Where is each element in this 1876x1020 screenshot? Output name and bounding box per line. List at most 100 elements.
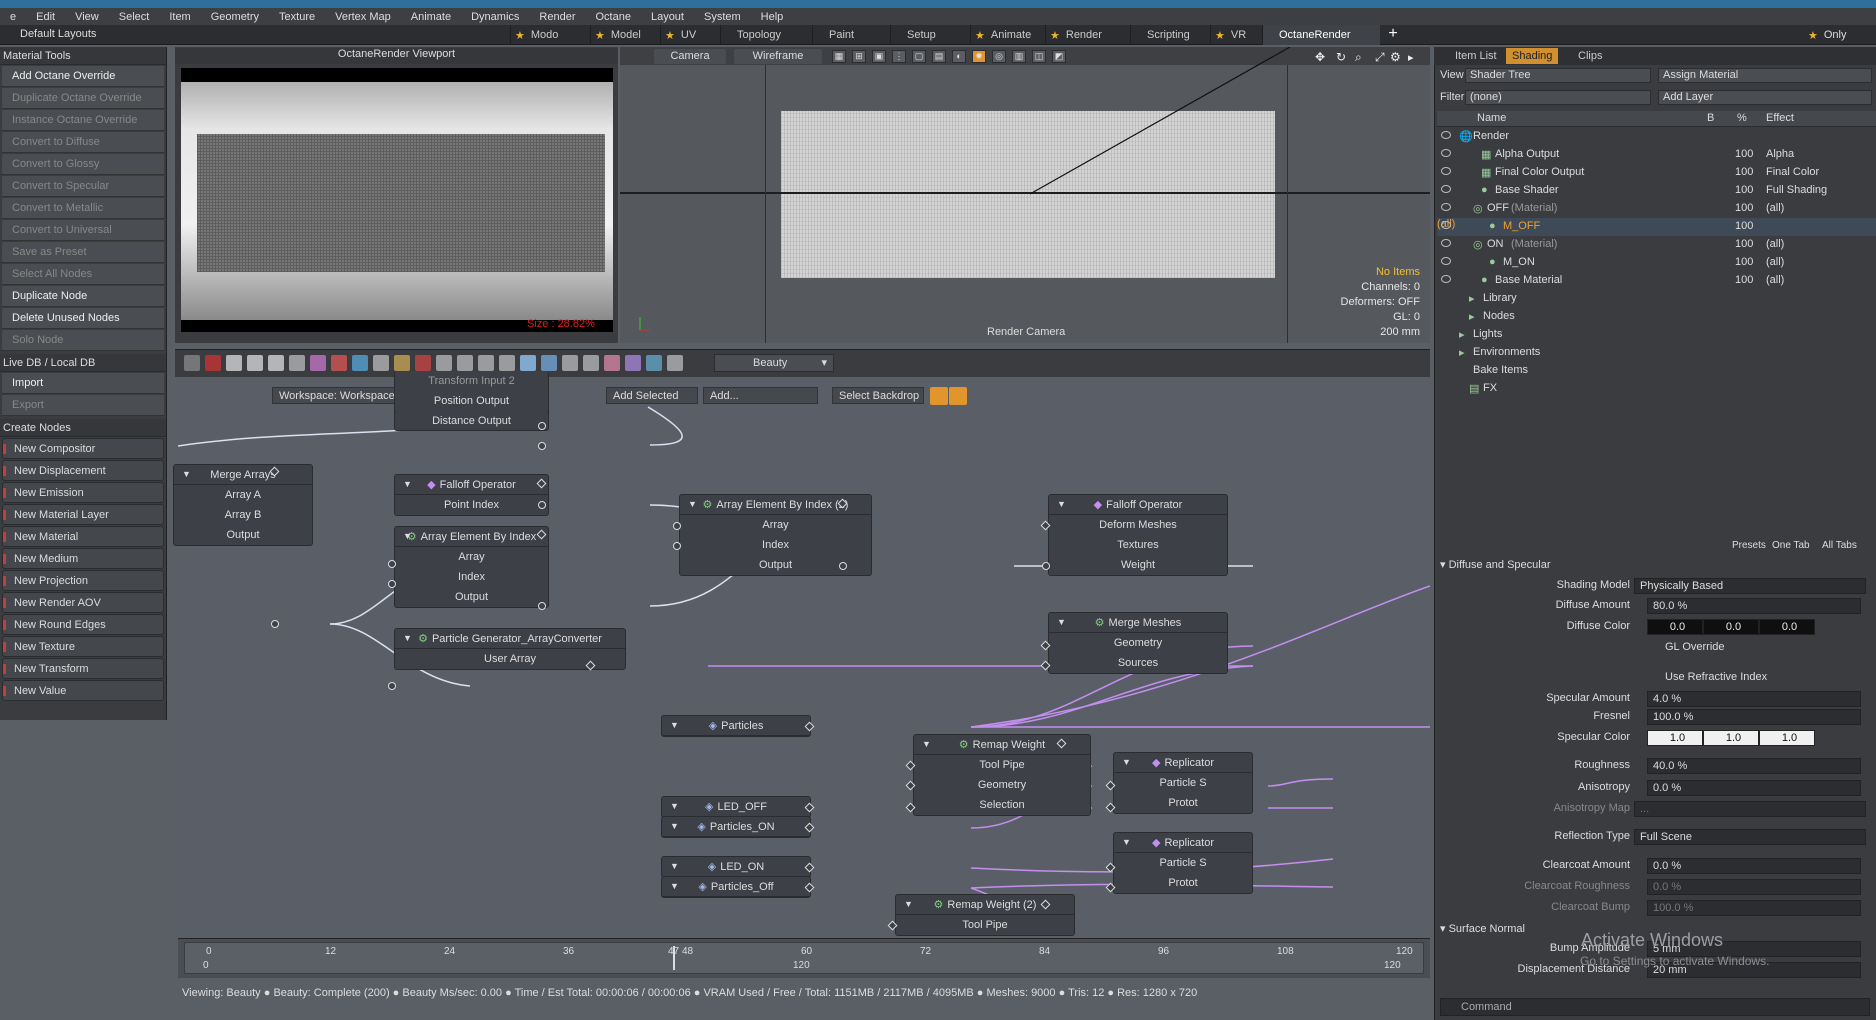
node-port-row[interactable]: Weight <box>1049 555 1227 575</box>
menu-item-6[interactable]: Texture <box>269 11 325 23</box>
specular-amount-field[interactable]: 4.0 % <box>1647 691 1861 707</box>
shading-model-field[interactable]: Physically Based <box>1634 578 1866 594</box>
tool-convert-to-specular[interactable]: Convert to Specular <box>2 176 164 197</box>
menu-item-13[interactable]: System <box>694 11 751 23</box>
tab-animate[interactable]: ★ Animate <box>970 25 1040 45</box>
use-refractive-toggle[interactable]: Use Refractive Index <box>1665 671 1767 683</box>
reflection-type-field[interactable]: Full Scene <box>1634 829 1866 845</box>
data-port[interactable] <box>538 442 546 450</box>
presets-button[interactable]: Presets <box>1732 540 1766 551</box>
tab-model[interactable]: ★ Model <box>590 25 656 45</box>
assign-material-button[interactable]: Assign Material <box>1658 68 1872 83</box>
shader-tree-row[interactable]: ▦ Alpha Output 100 Alpha <box>1437 146 1876 164</box>
node-port-row[interactable]: Index <box>395 567 548 587</box>
node-port-row[interactable]: Geometry <box>914 775 1090 795</box>
tool-delete-unused-nodes[interactable]: Delete Unused Nodes <box>2 308 164 329</box>
shader-tree-row[interactable]: ▸ Nodes <box>1437 308 1876 326</box>
command-input[interactable]: Command <box>1440 998 1870 1016</box>
tab-scripting[interactable]: Scripting <box>1130 25 1206 45</box>
particles-on-node[interactable]: ▼ ◈ Particles_ON <box>661 816 811 838</box>
menu-item-14[interactable]: Help <box>751 11 794 23</box>
node-tool-icon-17[interactable] <box>541 355 557 371</box>
node-port-row[interactable]: Array <box>395 547 548 567</box>
node-header[interactable]: ▼ ◆ Falloff Operator <box>395 475 548 495</box>
replicator-2-node[interactable]: ▼ ◆ Replicator Particle S Protot <box>1113 832 1253 894</box>
collapse-icon[interactable]: ▼ <box>688 499 697 509</box>
visibility-eye-icon[interactable] <box>1441 149 1451 157</box>
tree-item-effect[interactable]: Alpha <box>1766 148 1794 160</box>
node-port-row[interactable]: Array A <box>174 485 312 505</box>
create-new-medium[interactable]: New Medium <box>2 548 164 569</box>
node-port-row[interactable]: Point Index <box>395 495 548 515</box>
section-diffuse-specular[interactable]: ▾ Diffuse and Specular <box>1440 558 1551 571</box>
diffuse-amount-field[interactable]: 80.0 % <box>1647 598 1861 614</box>
create-new-emission[interactable]: New Emission <box>2 482 164 503</box>
tool-select-all-nodes[interactable]: Select All Nodes <box>2 264 164 285</box>
menu-item-0[interactable]: e <box>0 11 26 23</box>
node-header[interactable]: ▼ ◆ Falloff Operator <box>1049 495 1227 515</box>
add-selected-button[interactable]: Add Selected <box>606 387 698 404</box>
node-header[interactable]: ▼ Merge Arrays <box>174 465 312 485</box>
tab-item-list[interactable]: Item List <box>1449 48 1503 64</box>
create-new-material[interactable]: New Material <box>2 526 164 547</box>
node-header[interactable]: ▼ ◆ Replicator <box>1114 833 1252 853</box>
collapse-icon[interactable]: ▼ <box>182 469 191 479</box>
node-tool-icon-7[interactable] <box>331 355 347 371</box>
visibility-eye-icon[interactable] <box>1441 257 1451 265</box>
data-port[interactable] <box>538 501 546 509</box>
collapse-icon[interactable]: ▼ <box>670 881 679 891</box>
visibility-eye-icon[interactable] <box>1441 221 1451 229</box>
orange-toggle-icon[interactable] <box>930 387 948 405</box>
menu-item-4[interactable]: Item <box>159 11 200 23</box>
tab-uv[interactable]: ★ UV <box>660 25 716 45</box>
node-port-row[interactable]: Particle S <box>1114 853 1252 873</box>
tab-topology[interactable]: Topology <box>720 25 808 45</box>
collapse-icon[interactable]: ▼ <box>403 531 412 541</box>
node-tool-icon-13[interactable] <box>457 355 473 371</box>
node-port-row[interactable]: Tool Pipe <box>914 755 1090 775</box>
tree-item-effect[interactable]: Final Color <box>1766 166 1819 178</box>
all-tabs-button[interactable]: All Tabs <box>1822 540 1857 551</box>
menu-item-8[interactable]: Animate <box>401 11 461 23</box>
create-new-render-aov[interactable]: New Render AOV <box>2 592 164 613</box>
visibility-eye-icon[interactable] <box>1441 185 1451 193</box>
shader-tree-row[interactable]: Bake Items <box>1437 362 1876 380</box>
node-port-row[interactable]: Output <box>174 525 312 545</box>
data-port[interactable] <box>673 542 681 550</box>
add-tab-button[interactable]: + <box>1384 26 1402 44</box>
create-new-value[interactable]: New Value <box>2 680 164 701</box>
shader-tree-row[interactable]: ◎ ON (Material) 100 (all) <box>1437 236 1876 254</box>
db-import-button[interactable]: Import <box>2 373 164 394</box>
collapse-icon[interactable]: ▼ <box>1057 499 1066 509</box>
node-tool-icon-19[interactable] <box>583 355 599 371</box>
node-tool-icon-14[interactable] <box>478 355 494 371</box>
remap-weight-node[interactable]: ▼ ⚙ Remap Weight Tool Pipe Geometry Selection <box>913 734 1091 816</box>
collapse-icon[interactable]: ▼ <box>1122 837 1131 847</box>
tab-shading[interactable]: Shading <box>1506 48 1559 64</box>
roughness-field[interactable]: 40.0 % <box>1647 758 1861 774</box>
shader-tree-row[interactable]: ● Base Material 100 (all) <box>1437 272 1876 290</box>
tab-paint[interactable]: Paint <box>812 25 886 45</box>
anisotropy-field[interactable]: 0.0 % <box>1647 780 1861 796</box>
shader-tree-row[interactable]: ● Base Shader 100 Full Shading <box>1437 182 1876 200</box>
tool-convert-to-universal[interactable]: Convert to Universal <box>2 220 164 241</box>
collapse-icon[interactable]: ▼ <box>1057 617 1066 627</box>
node-tool-icon-8[interactable] <box>352 355 368 371</box>
node-tool-icon-2[interactable] <box>226 355 242 371</box>
node-port-row[interactable]: Geometry <box>1049 633 1227 653</box>
create-new-round-edges[interactable]: New Round Edges <box>2 614 164 635</box>
node-tool-icon-4[interactable] <box>268 355 284 371</box>
one-tab-button[interactable]: One Tab <box>1772 540 1810 551</box>
shader-tree-row[interactable]: ● M_OFF 100 (all) <box>1437 218 1876 236</box>
tool-duplicate-octane-override[interactable]: Duplicate Octane Override <box>2 88 164 109</box>
node-header[interactable]: ▼ ⚙ Merge Meshes <box>1049 613 1227 633</box>
shader-tree-row[interactable]: ● M_ON 100 (all) <box>1437 254 1876 272</box>
node-port-row[interactable]: Protot <box>1114 873 1252 893</box>
data-port[interactable] <box>388 580 396 588</box>
node-port-row[interactable]: Particle S <box>1114 773 1252 793</box>
node-tool-icon-11[interactable] <box>415 355 431 371</box>
filter-select[interactable]: (none) <box>1465 90 1651 105</box>
specular-color-channel[interactable]: 1.0 <box>1647 730 1703 746</box>
node-tool-icon-16[interactable] <box>520 355 536 371</box>
node-tool-icon-20[interactable] <box>604 355 620 371</box>
